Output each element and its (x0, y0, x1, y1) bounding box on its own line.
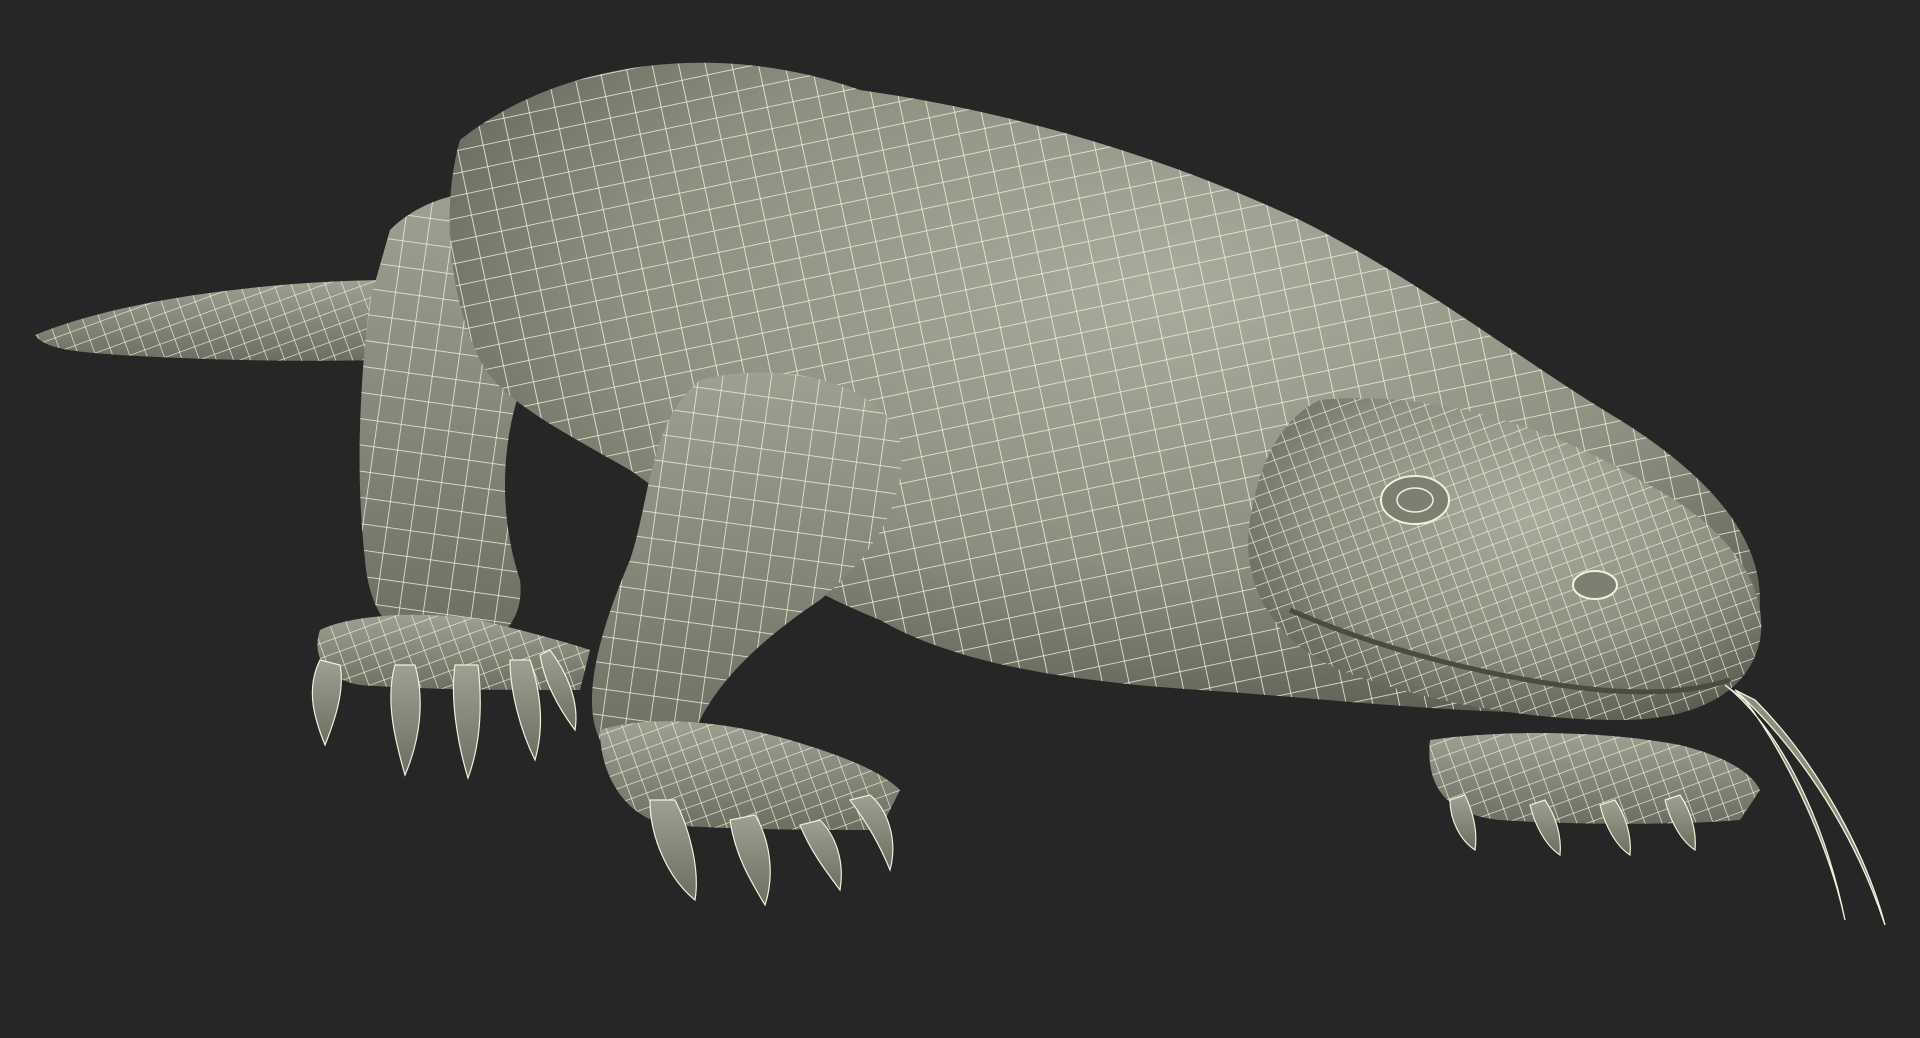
eye (1380, 475, 1450, 525)
render-viewport (0, 0, 1920, 1038)
nostril (1572, 570, 1618, 600)
